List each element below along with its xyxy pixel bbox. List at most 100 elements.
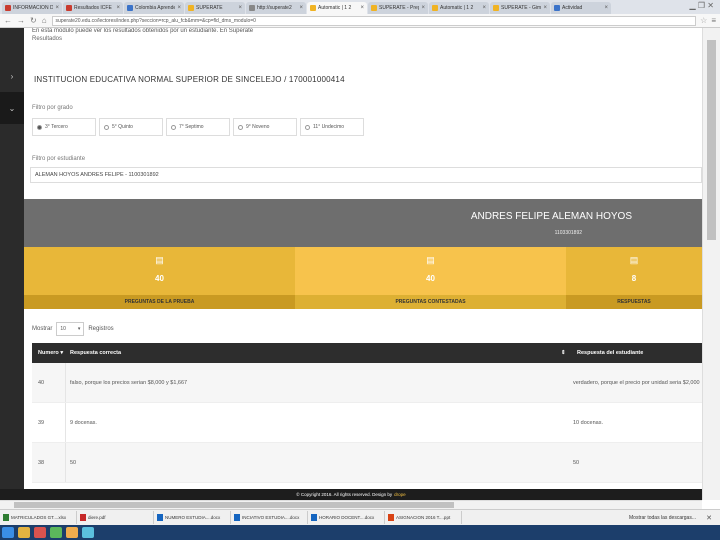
table-row: 38 50 50 [32, 443, 702, 483]
download-item[interactable]: HORARIO DOCENT....docx [311, 511, 385, 524]
grade-radio[interactable]: 11° Undecimo [300, 118, 364, 136]
download-item[interactable]: diere.pdf [80, 511, 154, 524]
file-icon [388, 514, 394, 521]
browser-tab[interactable]: Automatic | 1 2 × [307, 2, 367, 14]
footer-brand-link[interactable]: drope [394, 492, 406, 497]
close-icon[interactable]: × [482, 5, 486, 11]
close-icon[interactable]: ✕ [706, 514, 712, 522]
student-select[interactable]: ALEMAN HOYOS ANDRES FELIPE - 1100301892 [30, 167, 702, 183]
app-icon[interactable] [66, 527, 78, 538]
close-icon[interactable]: × [421, 5, 425, 11]
close-icon[interactable]: × [299, 5, 303, 11]
app-icon[interactable] [50, 527, 62, 538]
stat-value: 40 [155, 274, 164, 283]
file-icon [3, 514, 9, 521]
favicon-icon [432, 5, 438, 11]
download-item[interactable]: ASIGNACION 2016 T....ppt [388, 511, 462, 524]
back-icon[interactable]: ← [4, 16, 12, 25]
sidebar-expand-icon[interactable]: › [0, 60, 24, 92]
app-icon[interactable] [34, 527, 46, 538]
close-icon[interactable]: × [55, 5, 59, 11]
sort-icon[interactable]: ⇕ [561, 350, 571, 356]
student-filter-label: Filtro por estudiante [32, 156, 86, 162]
grade-radio[interactable]: 3° Tercero [32, 118, 96, 136]
reload-icon[interactable]: ↻ [30, 16, 37, 25]
download-item[interactable]: MATRICULADOS GT....xlsx [3, 511, 77, 524]
close-icon[interactable]: × [177, 5, 181, 11]
favicon-icon [127, 5, 133, 11]
stat-card: ▤ 8 RESPUESTAS [566, 247, 702, 309]
grade-label: 5° Quinto [112, 124, 133, 130]
page-length-select[interactable]: 10 ▾ [56, 322, 85, 336]
scroll-thumb[interactable] [707, 40, 716, 240]
folder-icon[interactable] [18, 527, 30, 538]
tab-label: Automatic | 1 2 [318, 5, 352, 11]
menu-icon[interactable]: ≡ [711, 16, 716, 25]
file-icon [311, 514, 317, 521]
horizontal-scrollbar[interactable] [0, 500, 702, 509]
download-label: MATRICULADOS GT....xlsx [11, 515, 67, 520]
grade-filter-label: Filtro por grado [32, 105, 73, 111]
download-label: NUMERO ESTUDIA....docx [165, 515, 221, 520]
show-all-downloads-link[interactable]: Mostrar todas las descargas... [629, 515, 696, 521]
show-label: Mostrar [32, 326, 53, 332]
browser-tab[interactable]: SUPERATE - Pregunt× [368, 2, 428, 14]
download-item[interactable]: NUMERO ESTUDIA....docx [157, 511, 231, 524]
cell-student-answer: verdadero, porque el precio por unidad s… [573, 379, 700, 386]
grade-label: 11° Undecimo [313, 124, 345, 130]
close-icon[interactable]: × [604, 5, 608, 11]
download-item[interactable]: INCIATIVO ESTUDIA....docx [234, 511, 308, 524]
radio-icon [171, 124, 176, 130]
close-icon[interactable]: × [360, 5, 364, 11]
forward-icon[interactable]: → [17, 16, 25, 25]
tab-label: SUPERATE [196, 5, 223, 11]
close-icon[interactable]: × [543, 5, 547, 11]
browser-tab[interactable]: INFORMACION DE L× [2, 2, 62, 14]
copyright-text: © Copyright 2016. All rights reserved. D… [296, 492, 393, 497]
student-name: ANDRES FELIPE ALEMAN HOYOS [470, 211, 632, 222]
app-icon[interactable] [82, 527, 94, 538]
grade-label: 7° Septimo [179, 124, 204, 130]
browser-tab[interactable]: http://superate2 × [246, 2, 306, 14]
url-input[interactable]: superate20.edu.co/lectores/index.php?sec… [51, 15, 697, 26]
tab-label: SUPERATE - Gimnasi [501, 5, 542, 11]
browser-tab[interactable]: Resultados ICFE × [63, 2, 123, 14]
grade-radio[interactable]: 5° Quinto [99, 118, 163, 136]
page-footer: © Copyright 2016. All rights reserved. D… [0, 489, 702, 500]
browser-tab[interactable]: SUPERATE - Gimnasi× [490, 2, 550, 14]
close-icon[interactable]: × [116, 5, 120, 11]
stats-row: ▤ 40 PREGUNTAS DE LA PRUEBA ▤ 40 PREGUNTAS CO… [24, 247, 702, 309]
grade-radio[interactable]: 9° Noveno [233, 118, 297, 136]
browser-tab[interactable]: Actividad × [551, 2, 611, 14]
main-content: En esta modulo puede ver los resultados … [24, 28, 702, 489]
window-controls[interactable]: ▁ ❐ ✕ [690, 1, 714, 10]
browser-tab[interactable]: Colombia Aprende × [124, 2, 184, 14]
favicon-icon [5, 5, 11, 11]
tab-label: http://superate2 [257, 5, 292, 11]
bookmark-star-icon[interactable]: ☆ [700, 16, 707, 25]
favicon-icon [371, 5, 377, 11]
radio-icon [238, 124, 243, 130]
column-header-student[interactable]: Respuesta del estudiante [571, 350, 702, 356]
close-icon[interactable]: × [238, 5, 242, 11]
start-icon[interactable] [2, 527, 14, 538]
grade-radio[interactable]: 7° Septimo [166, 118, 230, 136]
scroll-thumb[interactable] [14, 502, 454, 508]
table-header: Numero ▾ Respuesta correcta ⇕ Respuesta … [32, 343, 702, 363]
browser-tab[interactable]: Automatic | 1 2 × [429, 2, 489, 14]
column-header-number[interactable]: Numero ▾ [32, 350, 66, 356]
os-taskbar [0, 525, 720, 540]
home-icon[interactable]: ⌂ [42, 16, 47, 25]
vertical-scrollbar[interactable] [702, 28, 720, 500]
document-icon: ▤ [426, 255, 435, 265]
browser-tab-strip: INFORMACION DE L×Resultados ICFE×Colombi… [0, 0, 720, 14]
stat-value: 40 [426, 274, 435, 283]
table-body: 40 falso, porque los precios serian $8,00… [32, 363, 702, 483]
downloads-bar: MATRICULADOS GT....xlsx diere.pdf NUMERO E… [0, 509, 720, 525]
column-header-correct[interactable]: Respuesta correcta [66, 350, 561, 356]
cell-number: 40 [32, 363, 66, 402]
grade-label: 9° Noveno [246, 124, 270, 130]
browser-tab[interactable]: SUPERATE × [185, 2, 245, 14]
favicon-icon [249, 5, 255, 11]
sidebar-collapse-icon[interactable]: ⌄ [0, 92, 24, 124]
